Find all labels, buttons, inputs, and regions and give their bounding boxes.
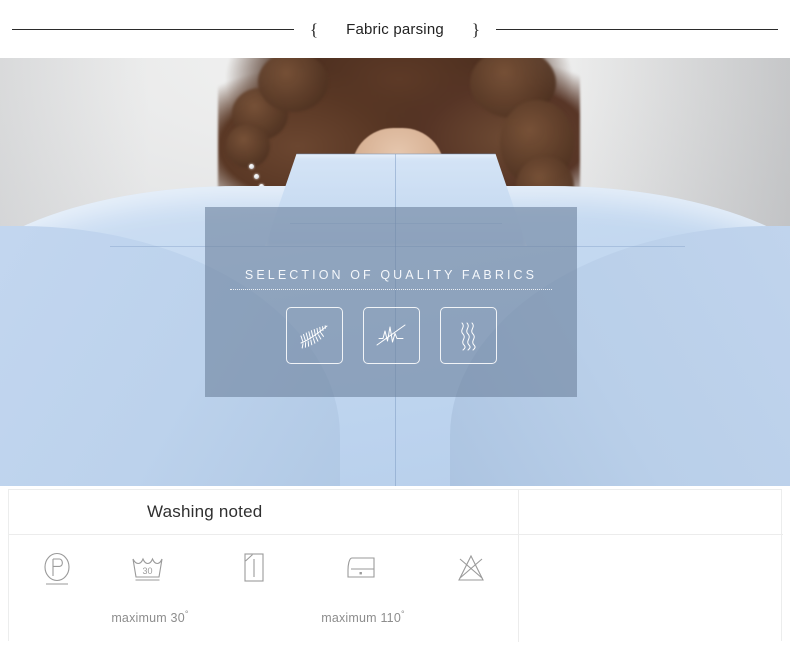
earring-pearl <box>249 164 254 169</box>
brace-close: } <box>471 19 481 39</box>
fabric-icon-row <box>285 307 497 364</box>
care-symbol-item <box>9 545 105 609</box>
needle-thread-icon-box[interactable] <box>362 307 420 364</box>
hair-curl <box>226 124 270 168</box>
hero-image: SELECTION OF QUALITY FABRICS <box>0 58 790 486</box>
degree-symbol: ° <box>184 609 189 619</box>
needle-thread-icon <box>374 321 408 351</box>
header-rule-left <box>11 28 294 30</box>
care-title-row: Washing noted <box>9 490 518 535</box>
care-title: Washing noted <box>147 502 263 521</box>
care-symbol-item <box>205 545 301 609</box>
svg-text:30: 30 <box>142 566 152 576</box>
feather-leaf-icon <box>297 321 331 351</box>
garment-collar-edge <box>296 153 496 155</box>
feather-leaf-icon-box[interactable] <box>285 307 343 364</box>
dry-clean-p-icon <box>9 545 105 597</box>
wavy-lines-icon-box[interactable] <box>439 307 497 364</box>
header-rule-right <box>496 28 779 30</box>
care-symbol-row: 30 maximum 30° maximum 110° <box>9 535 518 642</box>
care-symbol-caption: maximum 110° <box>321 609 405 626</box>
brace-open: { <box>309 19 319 39</box>
care-symbol-caption: maximum 30° <box>111 609 189 626</box>
earring-pearl <box>254 174 259 179</box>
care-symbol-item <box>423 545 519 609</box>
line-dry-icon <box>205 545 301 597</box>
wash-tub-30-icon: 30 <box>102 545 198 597</box>
iron-one-dot-icon <box>315 545 411 597</box>
overlay-dotted-divider <box>230 289 552 290</box>
fabric-overlay-panel: SELECTION OF QUALITY FABRICS <box>205 207 577 397</box>
wavy-lines-icon <box>455 320 481 352</box>
care-symbol-item: maximum 110° <box>315 545 411 625</box>
page-title: Fabric parsing <box>346 20 444 38</box>
care-title-rule-right <box>518 534 783 535</box>
washing-care-panel: Washing noted 30 maximum 30° maximum 110… <box>8 489 783 642</box>
section-header: { Fabric parsing } <box>0 0 790 58</box>
degree-symbol: ° <box>400 609 405 619</box>
overlay-title: SELECTION OF QUALITY FABRICS <box>244 268 538 282</box>
product-detail-page: { Fabric parsing } SELECTION OF QUALITY … <box>0 0 790 648</box>
care-symbol-item: 30 maximum 30° <box>102 545 198 625</box>
do-not-bleach-icon <box>423 545 519 597</box>
